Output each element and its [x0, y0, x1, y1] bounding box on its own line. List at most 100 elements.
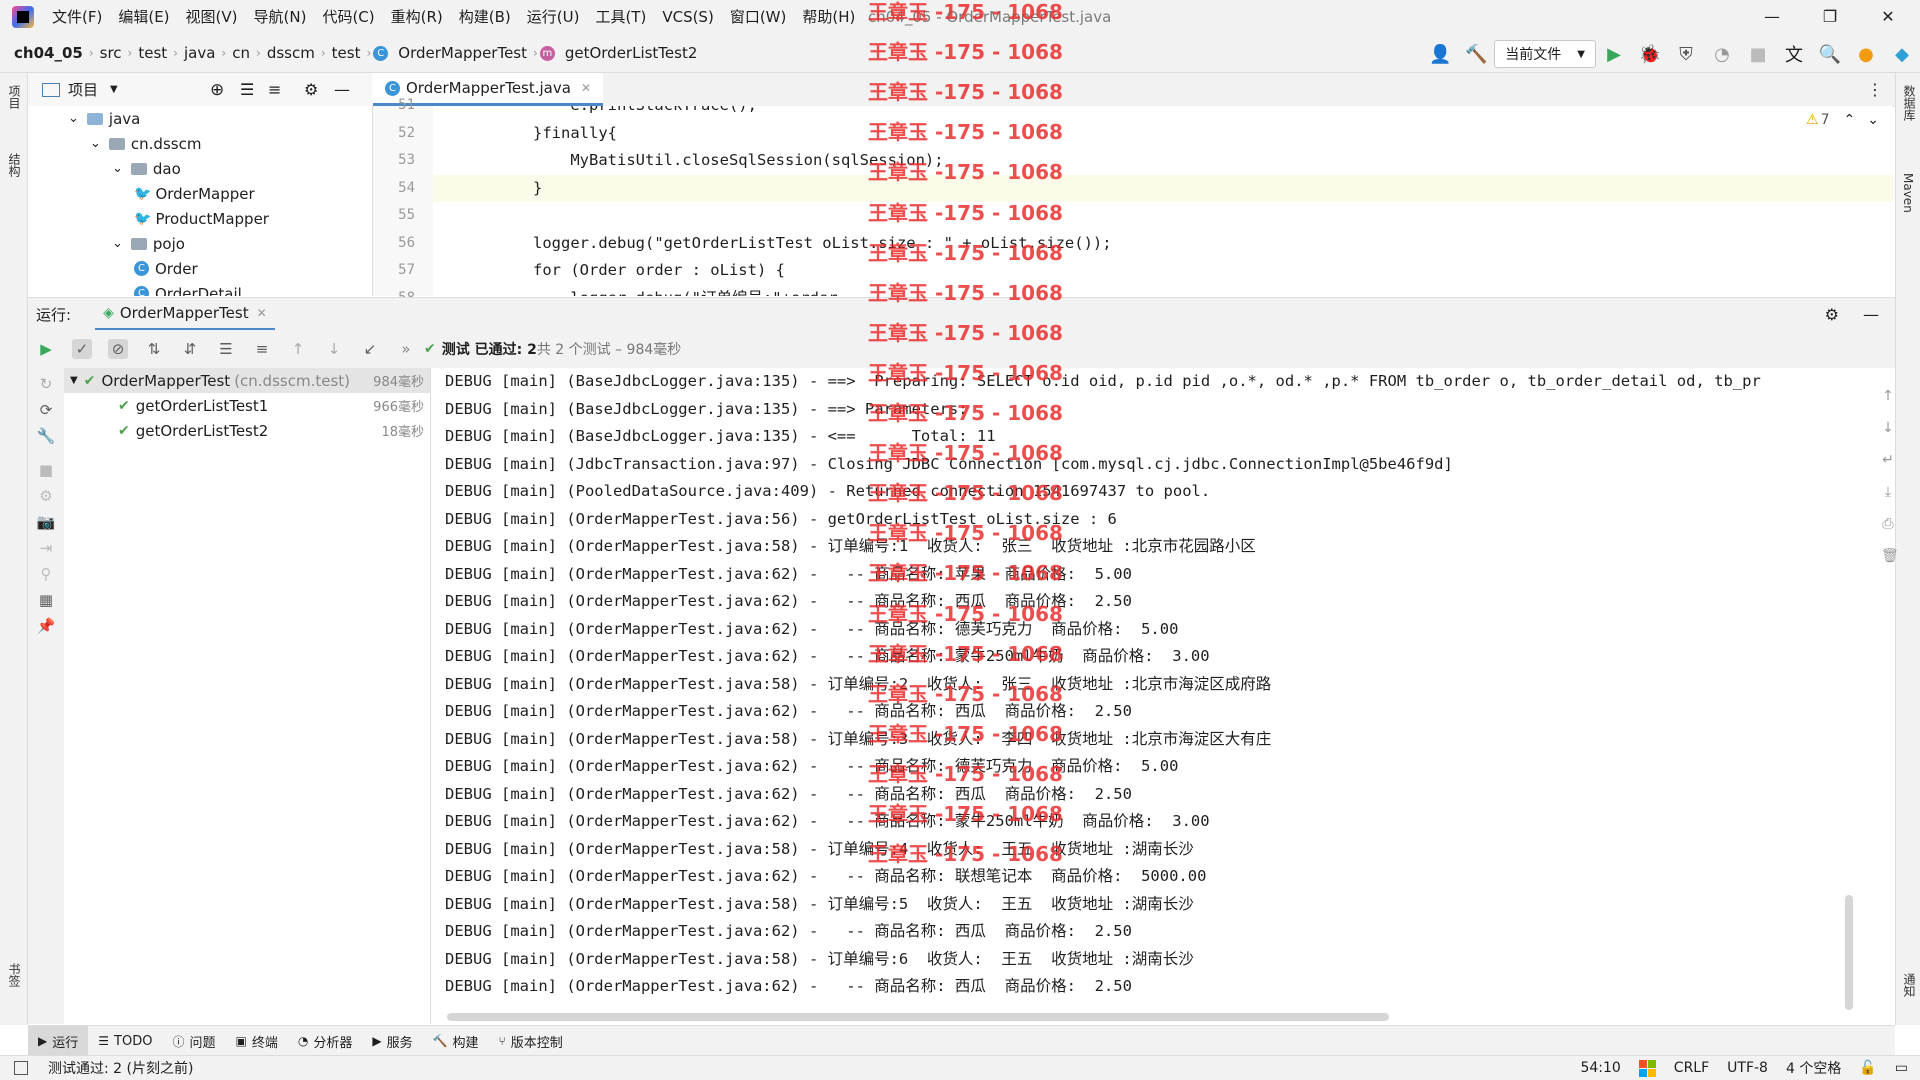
menu-item[interactable]: 工具(T): [587, 0, 654, 34]
database-tool-button[interactable]: 数据库: [1901, 85, 1918, 121]
collapse-all-icon[interactable]: ≡: [268, 80, 281, 99]
profile-icon[interactable]: ◔: [1710, 42, 1734, 66]
user-icon[interactable]: 👤: [1428, 42, 1452, 66]
menu-item[interactable]: 视图(V): [178, 0, 246, 34]
tree-item[interactable]: ⌄ dao: [28, 156, 372, 181]
chevron-down-icon[interactable]: ⌄: [1867, 112, 1879, 128]
trash-icon[interactable]: 🗑: [1881, 540, 1899, 572]
chevron-down-icon[interactable]: ▼: [110, 84, 118, 95]
tree-item[interactable]: 🐦 ProductMapper: [28, 206, 372, 231]
camera-icon[interactable]: 📷: [36, 512, 56, 532]
pin-icon[interactable]: 📌: [36, 616, 56, 636]
code-line[interactable]: for (Order order : oList) {: [433, 257, 1893, 285]
layout-icon[interactable]: ▦: [36, 590, 56, 610]
test-row[interactable]: ✔ getOrderListTest1 966毫秒: [64, 393, 430, 418]
scroll-end-icon[interactable]: ⤓: [1881, 476, 1895, 508]
soft-wrap-icon[interactable]: ↵: [1881, 444, 1895, 476]
chevron-down-icon[interactable]: ⌄: [112, 161, 123, 176]
memory-icon[interactable]: ▭: [1895, 1060, 1908, 1076]
menu-item[interactable]: 重构(R): [383, 0, 451, 34]
locate-icon[interactable]: ⊕: [210, 80, 224, 100]
more-icon[interactable]: »: [396, 339, 416, 359]
chevron-up-icon[interactable]: ⌃: [1843, 112, 1855, 128]
tree-item[interactable]: ⌄ cn.dsscm: [28, 131, 372, 156]
inspection-widget[interactable]: ⚠ 7 ⌃ ⌄: [1806, 112, 1879, 128]
run-icon[interactable]: ▶: [1602, 42, 1626, 66]
stop-icon[interactable]: ■: [36, 460, 56, 480]
minimize-button[interactable]: —: [1744, 0, 1800, 34]
hide-icon[interactable]: —: [1863, 305, 1879, 324]
more-icon[interactable]: ⋮: [1867, 80, 1883, 99]
next-icon[interactable]: ↓: [324, 339, 344, 359]
close-icon[interactable]: ✕: [257, 306, 267, 320]
bottom-tab[interactable]: ⓘ 问题: [162, 1026, 225, 1056]
menu-item[interactable]: 编辑(E): [110, 0, 177, 34]
layout-icon[interactable]: [14, 1061, 28, 1075]
toggle-auto-test-icon[interactable]: ⟳: [36, 400, 56, 420]
test-row[interactable]: ✔ getOrderListTest2 18毫秒: [64, 418, 430, 443]
show-ignored-icon[interactable]: ⊘: [108, 339, 128, 359]
sort-alpha-icon[interactable]: ⇅: [144, 339, 164, 359]
bottom-tab[interactable]: ▶ 服务: [362, 1026, 422, 1056]
bookmarks-tool-button[interactable]: 书签: [6, 963, 23, 987]
code-line[interactable]: }finally{: [433, 120, 1893, 148]
rerun-failed-icon[interactable]: ↻: [36, 374, 56, 394]
tree-item[interactable]: ⌄ pojo: [28, 231, 372, 256]
rerun-icon[interactable]: ▶: [36, 339, 56, 359]
breadcrumb-item[interactable]: ch04_05: [10, 44, 87, 62]
menu-item[interactable]: 帮助(H): [794, 0, 863, 34]
bottom-tab[interactable]: ☰ TODO: [88, 1026, 162, 1056]
menu-item[interactable]: 窗口(W): [722, 0, 795, 34]
gear-icon[interactable]: ⚙: [1825, 305, 1839, 324]
wrench-icon[interactable]: 🔧: [36, 426, 56, 446]
breadcrumb-item[interactable]: test: [328, 44, 365, 62]
chevron-down-icon[interactable]: ⌄: [68, 111, 79, 126]
indent-setting[interactable]: 4 个空格: [1786, 1058, 1841, 1078]
update-icon[interactable]: ●: [1854, 42, 1878, 66]
menu-item[interactable]: VCS(S): [654, 0, 721, 34]
vertical-scrollbar[interactable]: [1845, 895, 1853, 1010]
maximize-button[interactable]: ❐: [1802, 0, 1858, 34]
test-root-row[interactable]: ▼ ✔ OrderMapperTest (cn.dsscm.test) 984毫…: [64, 368, 430, 393]
breadcrumb-item[interactable]: getOrderListTest2: [561, 44, 702, 62]
menu-item[interactable]: 导航(N): [246, 0, 315, 34]
tree-item[interactable]: 🐦 OrderMapper: [28, 181, 372, 206]
build-hammer-icon[interactable]: 🔨: [1464, 42, 1488, 66]
line-separator[interactable]: CRLF: [1674, 1060, 1709, 1076]
collapse-all-icon[interactable]: ≡: [252, 339, 272, 359]
debug-icon[interactable]: 🐞: [1638, 42, 1662, 66]
show-passed-icon[interactable]: ✓: [72, 339, 92, 359]
chevron-down-icon[interactable]: ⌄: [90, 136, 101, 151]
hide-icon[interactable]: —: [334, 80, 350, 99]
horizontal-scrollbar[interactable]: [447, 1013, 1389, 1021]
breadcrumb-item[interactable]: src: [96, 44, 126, 62]
bottom-tab[interactable]: ◔ 分析器: [288, 1026, 363, 1056]
notifications-tool-button[interactable]: 通知: [1901, 973, 1918, 997]
dump-threads-icon[interactable]: ⚙: [36, 486, 56, 506]
coverage-icon[interactable]: ⛨: [1674, 42, 1698, 66]
zoom-icon[interactable]: ⚲: [36, 564, 56, 584]
plugin-icon[interactable]: ◆: [1890, 42, 1914, 66]
run-config-dropdown[interactable]: 当前文件 ▼: [1494, 40, 1596, 68]
previous-icon[interactable]: ↑: [288, 339, 308, 359]
bottom-tab[interactable]: 🔨 构建: [423, 1026, 489, 1056]
bottom-tab[interactable]: ▣ 终端: [225, 1026, 287, 1056]
code-line[interactable]: logger.debug("getOrderListTest oList.siz…: [433, 230, 1893, 258]
breadcrumb-item[interactable]: java: [180, 44, 219, 62]
tree-item[interactable]: ⌄ java: [28, 106, 372, 131]
print-icon[interactable]: ⎙: [1881, 508, 1895, 540]
project-panel-title[interactable]: 项目: [68, 79, 98, 100]
expand-all-icon[interactable]: ☰: [216, 339, 236, 359]
code-line[interactable]: MyBatisUtil.closeSqlSession(sqlSession);: [433, 147, 1893, 175]
close-button[interactable]: ✕: [1860, 0, 1916, 34]
search-icon[interactable]: 🔍: [1818, 42, 1842, 66]
expand-all-icon[interactable]: ☰: [240, 80, 254, 99]
run-tab[interactable]: ◈ OrderMapperTest ✕: [95, 298, 275, 331]
down-arrow-icon[interactable]: ↓: [1881, 412, 1895, 444]
tree-item[interactable]: C Order: [28, 256, 372, 281]
lock-icon[interactable]: 🔓: [1859, 1060, 1876, 1076]
caret-position[interactable]: 54:10: [1580, 1060, 1620, 1076]
console-output[interactable]: DEBUG [main] (BaseJdbcLogger.java:135) -…: [431, 368, 1893, 1024]
chevron-down-icon[interactable]: ⌄: [112, 236, 123, 251]
up-arrow-icon[interactable]: ↑: [1881, 380, 1895, 412]
